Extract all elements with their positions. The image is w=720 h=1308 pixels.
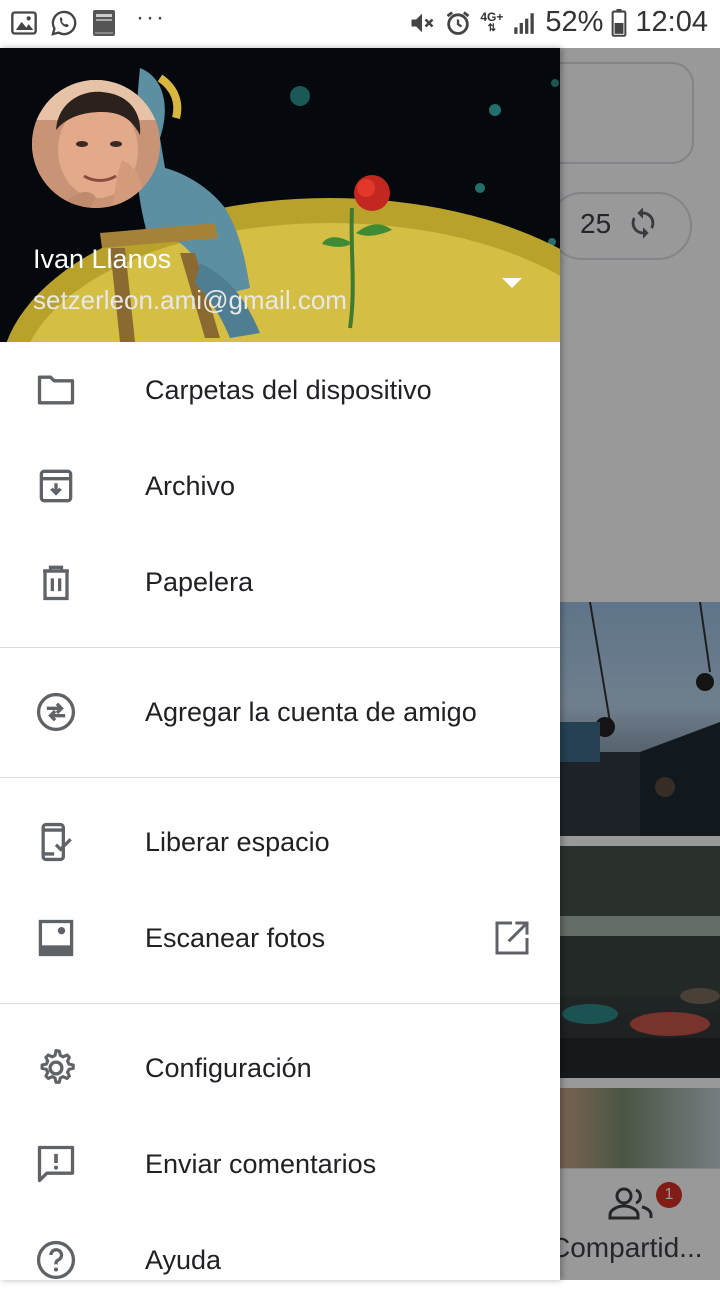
menu-item-free-up-space[interactable]: Liberar espacio bbox=[0, 794, 560, 890]
feedback-icon bbox=[37, 1145, 75, 1183]
free-up-space-icon bbox=[41, 822, 72, 862]
account-avatar[interactable] bbox=[32, 80, 160, 208]
navigation-drawer: Ivan Llanos setzerleon.ami@gmail.com Car… bbox=[0, 48, 560, 1280]
menu-label: Escanear fotos bbox=[145, 922, 326, 953]
account-name: Ivan Llanos bbox=[33, 244, 172, 274]
partner-sharing-icon bbox=[36, 692, 76, 732]
trash-icon bbox=[43, 565, 69, 601]
menu-label: Liberar espacio bbox=[145, 826, 330, 857]
network-type: 4G+ ⇅ bbox=[480, 9, 504, 34]
gear-icon bbox=[40, 1049, 75, 1084]
menu-label: Ayuda bbox=[145, 1244, 222, 1275]
help-icon bbox=[36, 1240, 76, 1280]
menu-item-archive[interactable]: Archivo bbox=[0, 438, 560, 534]
status-bar: ··· 4G+ ⇅ 52% 12:04 bbox=[0, 0, 720, 48]
account-dropdown-icon[interactable] bbox=[494, 268, 530, 296]
alarm-icon bbox=[447, 10, 470, 35]
menu-item-scan-photos[interactable]: Escanear fotos bbox=[0, 890, 560, 986]
menu-label: Agregar la cuenta de amigo bbox=[145, 696, 477, 727]
clock: 12:04 bbox=[635, 6, 708, 38]
bible-icon bbox=[93, 10, 115, 36]
signal-icon bbox=[514, 12, 535, 34]
open-external-icon bbox=[495, 921, 529, 955]
menu-item-add-partner-account[interactable]: Agregar la cuenta de amigo bbox=[0, 664, 560, 760]
menu-item-device-folders[interactable]: Carpetas del dispositivo bbox=[0, 342, 560, 438]
folder-icon bbox=[37, 375, 75, 405]
vibrate-mute-icon bbox=[411, 13, 434, 32]
archive-icon bbox=[39, 469, 73, 503]
account-header: Ivan Llanos setzerleon.ami@gmail.com bbox=[0, 48, 560, 342]
drawer-scrim[interactable] bbox=[560, 48, 720, 1280]
menu-label: Papelera bbox=[145, 566, 254, 597]
battery-icon bbox=[612, 8, 627, 37]
whatsapp-icon bbox=[51, 10, 77, 36]
menu-label: Enviar comentarios bbox=[145, 1148, 377, 1179]
account-email: setzerleon.ami@gmail.com bbox=[33, 285, 347, 315]
menu-item-trash[interactable]: Papelera bbox=[0, 534, 560, 630]
menu-item-send-feedback[interactable]: Enviar comentarios bbox=[0, 1116, 560, 1212]
menu-label: Carpetas del dispositivo bbox=[145, 374, 432, 405]
battery-percent: 52% bbox=[545, 6, 604, 38]
menu-divider bbox=[0, 1003, 560, 1004]
menu-divider bbox=[0, 647, 560, 648]
menu-divider bbox=[0, 777, 560, 778]
menu-label: Archivo bbox=[145, 470, 236, 501]
more-notifications-icon: ··· bbox=[136, 4, 166, 31]
menu-item-settings[interactable]: Configuración bbox=[0, 1020, 560, 1116]
menu-label: Configuración bbox=[145, 1052, 312, 1083]
photoscan-icon bbox=[38, 919, 74, 957]
gallery-icon bbox=[11, 11, 37, 35]
drawer-menu: Carpetas del dispositivo Archivo Papeler… bbox=[0, 342, 560, 1308]
menu-item-help[interactable]: Ayuda bbox=[0, 1212, 560, 1308]
